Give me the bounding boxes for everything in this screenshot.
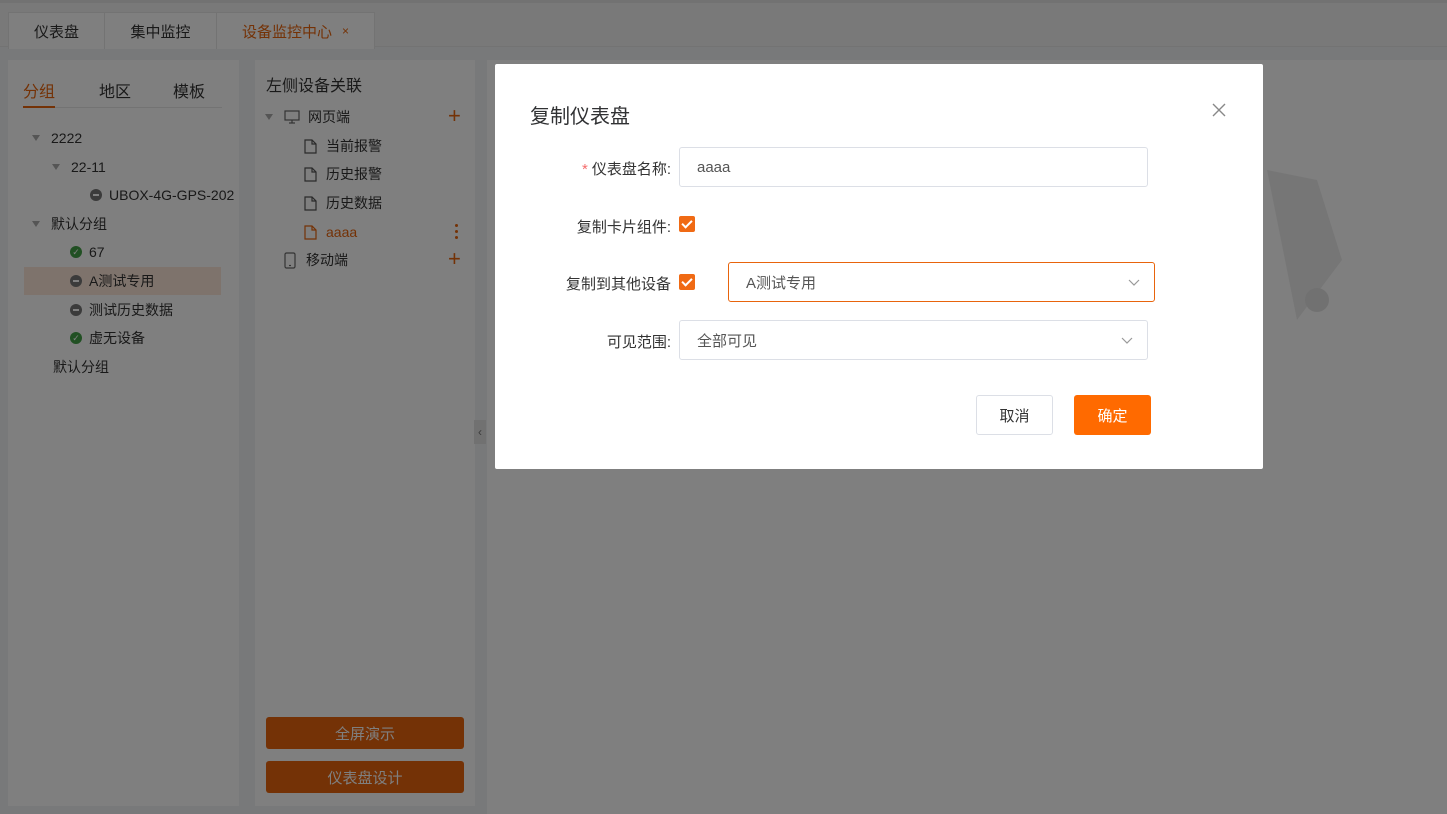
dialog-title: 复制仪表盘: [530, 106, 630, 128]
copy-devices-checkbox[interactable]: [679, 274, 695, 290]
chevron-down-icon: [1128, 279, 1140, 286]
chevron-down-icon: [1121, 337, 1133, 344]
copy-cards-checkbox[interactable]: [679, 216, 695, 232]
copy-dashboard-dialog: 复制仪表盘 * 仪表盘名称: aaaa 复制卡片组件: 复制到其他设备 A测试专用…: [495, 64, 1263, 469]
copy-cards-label: 复制卡片组件:: [576, 219, 671, 236]
name-label: * 仪表盘名称:: [582, 158, 671, 179]
visible-range-select[interactable]: 全部可见: [679, 320, 1148, 360]
cancel-button[interactable]: 取消: [976, 395, 1053, 435]
required-mark: *: [581, 161, 588, 178]
visible-range-label: 可见范围:: [606, 334, 671, 351]
close-icon[interactable]: [1211, 102, 1227, 118]
copy-devices-label: 复制到其他设备: [565, 276, 671, 293]
name-label-text: 仪表盘名称:: [591, 161, 671, 178]
dashboard-name-input[interactable]: aaaa: [679, 147, 1148, 187]
input-value: aaaa: [697, 158, 731, 176]
device-select[interactable]: A测试专用: [728, 262, 1155, 302]
confirm-button[interactable]: 确定: [1074, 395, 1151, 435]
select-value: A测试专用: [746, 274, 817, 292]
select-value: 全部可见: [697, 332, 758, 350]
